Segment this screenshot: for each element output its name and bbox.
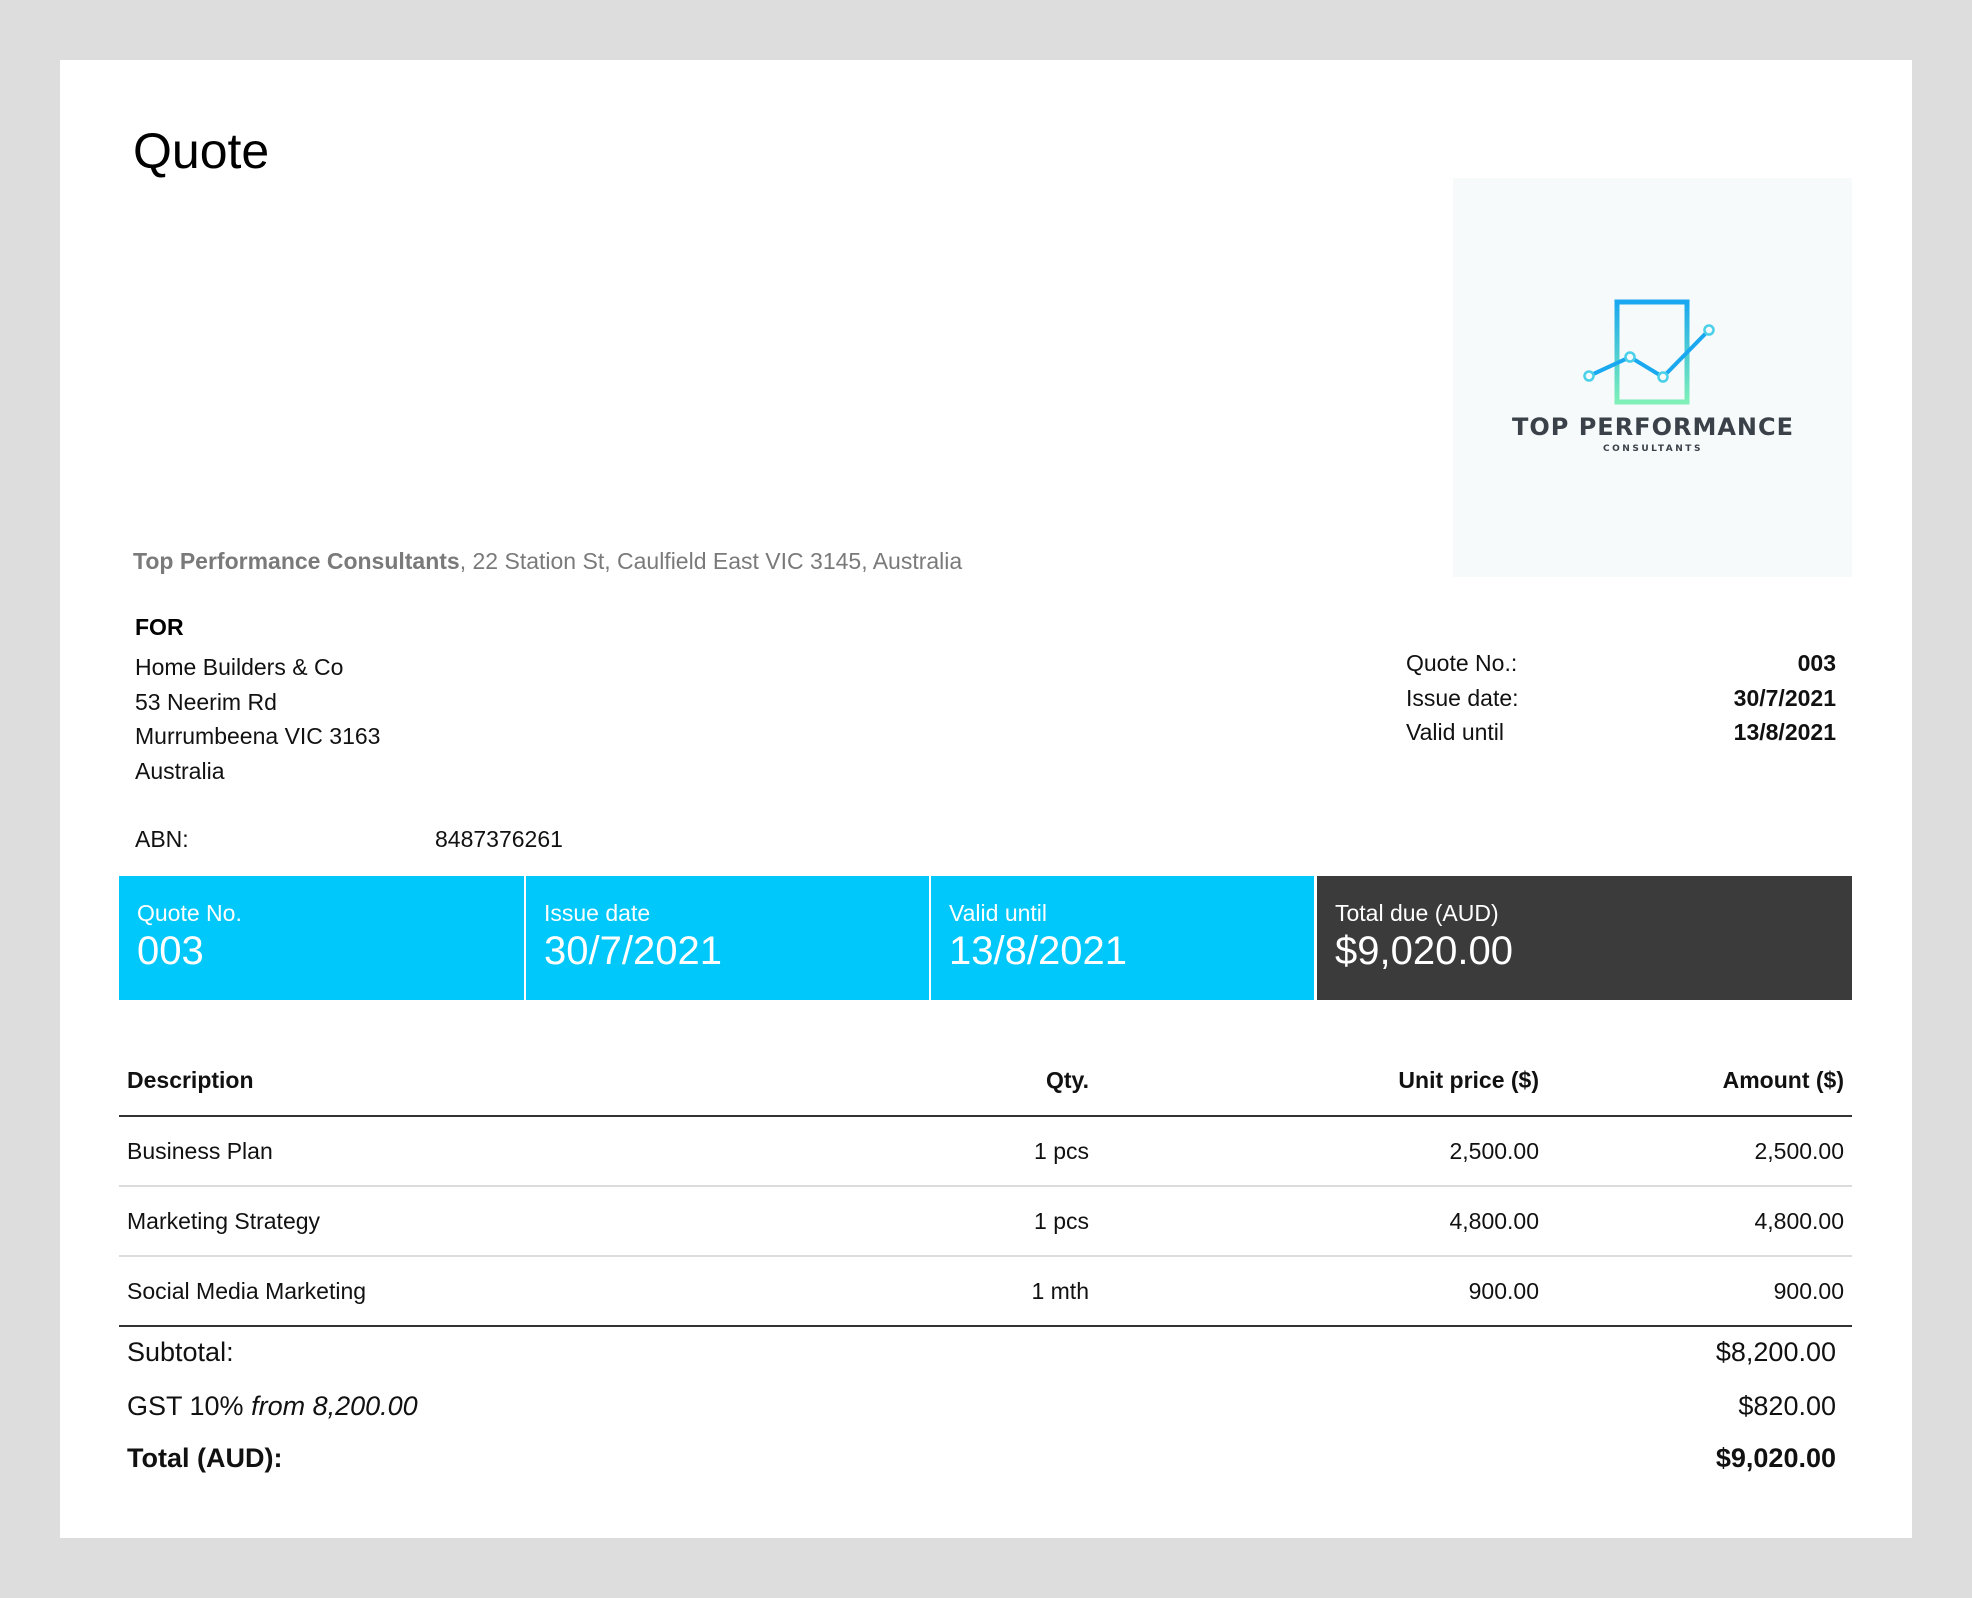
abn-label: ABN: [135,826,189,852]
header-unit-price: Unit price ($) [1097,1045,1547,1117]
table-row: Social Media Marketing 1 mth 900.00 900.… [119,1256,1852,1327]
summary-label: Total due (AUD) [1335,900,1499,926]
meta-row-valid-until: Valid until 13/8/2021 [1406,715,1836,750]
meta-label: Issue date: [1406,684,1519,711]
document-title: Quote [133,123,270,179]
total-value: $9,020.00 [1715,1443,1836,1473]
company-logo: TOP PERFORMANCE CONSULTANTS [1453,178,1852,577]
quote-page: Quote TOP PERFORMANCE CONSULTANTS Top Pe… [60,60,1912,1538]
summary-band: Quote No. 003 Issue date 30/7/2021 Valid… [119,876,1852,1000]
for-label: FOR [135,614,184,640]
line-items-table: Description Qty. Unit price ($) Amount (… [119,1045,1852,1327]
item-amount: 2,500.00 [1547,1116,1852,1187]
sender-name: Top Performance Consultants [133,548,460,574]
summary-issue-date: Issue date 30/7/2021 [524,876,929,1000]
logo-name: TOP PERFORMANCE [1512,413,1794,441]
total-row: Total (AUD): $9,020.00 [127,1433,1836,1483]
subtotal-row: Subtotal: $8,200.00 [127,1325,1836,1379]
meta-label: Valid until [1406,719,1505,745]
item-unit-price: 900.00 [1097,1256,1547,1327]
meta-value: 13/8/2021 [1733,719,1836,745]
item-amount: 900.00 [1547,1256,1852,1327]
item-description: Marketing Strategy [119,1186,925,1257]
totals-block: Subtotal: $8,200.00 GST 10% from 8,200.0… [127,1325,1836,1483]
item-qty: 1 pcs [925,1116,1097,1187]
summary-valid-until: Valid until 13/8/2021 [929,876,1314,1000]
header-amount: Amount ($) [1547,1045,1852,1117]
summary-value: 003 [137,929,204,973]
table-row: Marketing Strategy 1 pcs 4,800.00 4,800.… [119,1186,1852,1257]
sender-address: , 22 Station St, Caulfield East VIC 3145… [459,548,963,574]
subtotal-label: Subtotal: [127,1337,234,1367]
quote-meta: Quote No.: 003 Issue date: 30/7/2021 Val… [1406,646,1836,750]
client-suburb: Murrumbeena VIC 3163 [135,723,381,749]
gst-basis: from 8,200.00 [251,1391,418,1421]
client-country: Australia [135,757,225,784]
logo-tagline: CONSULTANTS [1603,444,1703,454]
summary-value: 13/8/2021 [949,929,1127,973]
meta-label: Quote No.: [1406,650,1518,676]
item-unit-price: 2,500.00 [1097,1116,1547,1187]
meta-row-issue-date: Issue date: 30/7/2021 [1406,681,1836,716]
meta-value: 003 [1797,650,1836,676]
summary-label: Issue date [544,900,651,926]
logo-mark-icon: TOP PERFORMANCE CONSULTANTS [1512,299,1794,454]
summary-value: 30/7/2021 [544,929,722,973]
item-qty: 1 pcs [925,1186,1097,1257]
gst-label: GST 10% [127,1391,244,1421]
client-name: Home Builders & Co [135,654,344,680]
item-unit-price: 4,800.00 [1097,1186,1547,1257]
abn-value: 8487376261 [435,826,563,852]
item-qty: 1 mth [925,1256,1097,1327]
item-description: Business Plan [119,1116,925,1187]
summary-label: Valid until [949,900,1048,926]
gst-value: $820.00 [1738,1391,1836,1421]
summary-label: Quote No. [137,900,242,926]
summary-total-due: Total due (AUD) $9,020.00 [1314,876,1852,1000]
client-address: Home Builders & Co 53 Neerim Rd Murrumbe… [135,650,380,788]
header-qty: Qty. [925,1045,1097,1117]
summary-value: $9,020.00 [1335,929,1513,973]
client-street: 53 Neerim Rd [135,688,277,715]
sender-address-line: Top Performance Consultants, 22 Station … [133,548,962,575]
gst-label-group: GST 10% from 8,200.00 [127,1379,418,1433]
meta-value: 30/7/2021 [1733,684,1836,711]
table-row: Business Plan 1 pcs 2,500.00 2,500.00 [119,1116,1852,1187]
subtotal-value: $8,200.00 [1715,1337,1836,1367]
table-header-row: Description Qty. Unit price ($) Amount (… [119,1045,1852,1117]
summary-quote-no: Quote No. 003 [119,876,524,1000]
item-description: Social Media Marketing [119,1256,925,1327]
item-amount: 4,800.00 [1547,1186,1852,1257]
header-description: Description [119,1045,925,1117]
meta-row-quote-no: Quote No.: 003 [1406,646,1836,681]
gst-row: GST 10% from 8,200.00 $820.00 [127,1379,1836,1433]
total-label: Total (AUD): [127,1443,283,1473]
